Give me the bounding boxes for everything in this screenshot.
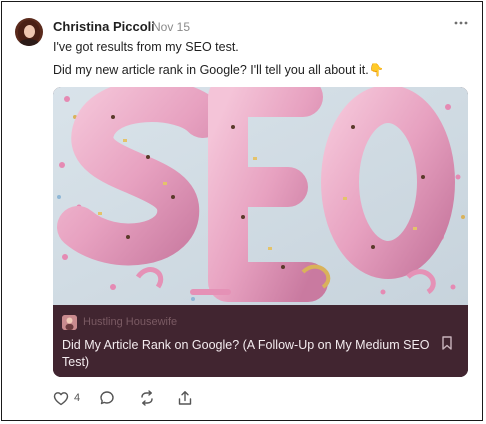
article-cover-image bbox=[53, 87, 468, 305]
share-button[interactable] bbox=[177, 388, 193, 408]
more-horizontal-icon[interactable] bbox=[452, 16, 470, 30]
bookmark-icon[interactable] bbox=[440, 335, 454, 351]
share-icon bbox=[178, 391, 192, 405]
like-count: 4 bbox=[74, 392, 81, 404]
article-card-footer: Hustling Housewife Did My Article Rank o… bbox=[53, 305, 468, 377]
heart-icon bbox=[53, 391, 69, 405]
comment-button[interactable] bbox=[99, 388, 115, 408]
post-text-line: I've got results from my SEO test. bbox=[53, 40, 239, 54]
comment-icon bbox=[100, 391, 114, 405]
publication-name[interactable]: Hustling Housewife bbox=[83, 316, 177, 328]
author-avatar[interactable] bbox=[15, 18, 43, 46]
article-card[interactable]: Hustling Housewife Did My Article Rank o… bbox=[53, 87, 468, 377]
post-text-line: Did my new article rank in Google? I'll … bbox=[53, 63, 385, 77]
like-button[interactable]: 4 bbox=[53, 388, 80, 408]
author-name[interactable]: Christina Piccoli bbox=[53, 19, 155, 34]
restack-icon bbox=[141, 390, 153, 406]
publication-logo bbox=[62, 315, 77, 330]
article-title[interactable]: Did My Article Rank on Google? (A Follow… bbox=[62, 337, 432, 371]
post-date[interactable]: Nov 15 bbox=[152, 20, 190, 34]
restack-button[interactable] bbox=[139, 388, 155, 408]
